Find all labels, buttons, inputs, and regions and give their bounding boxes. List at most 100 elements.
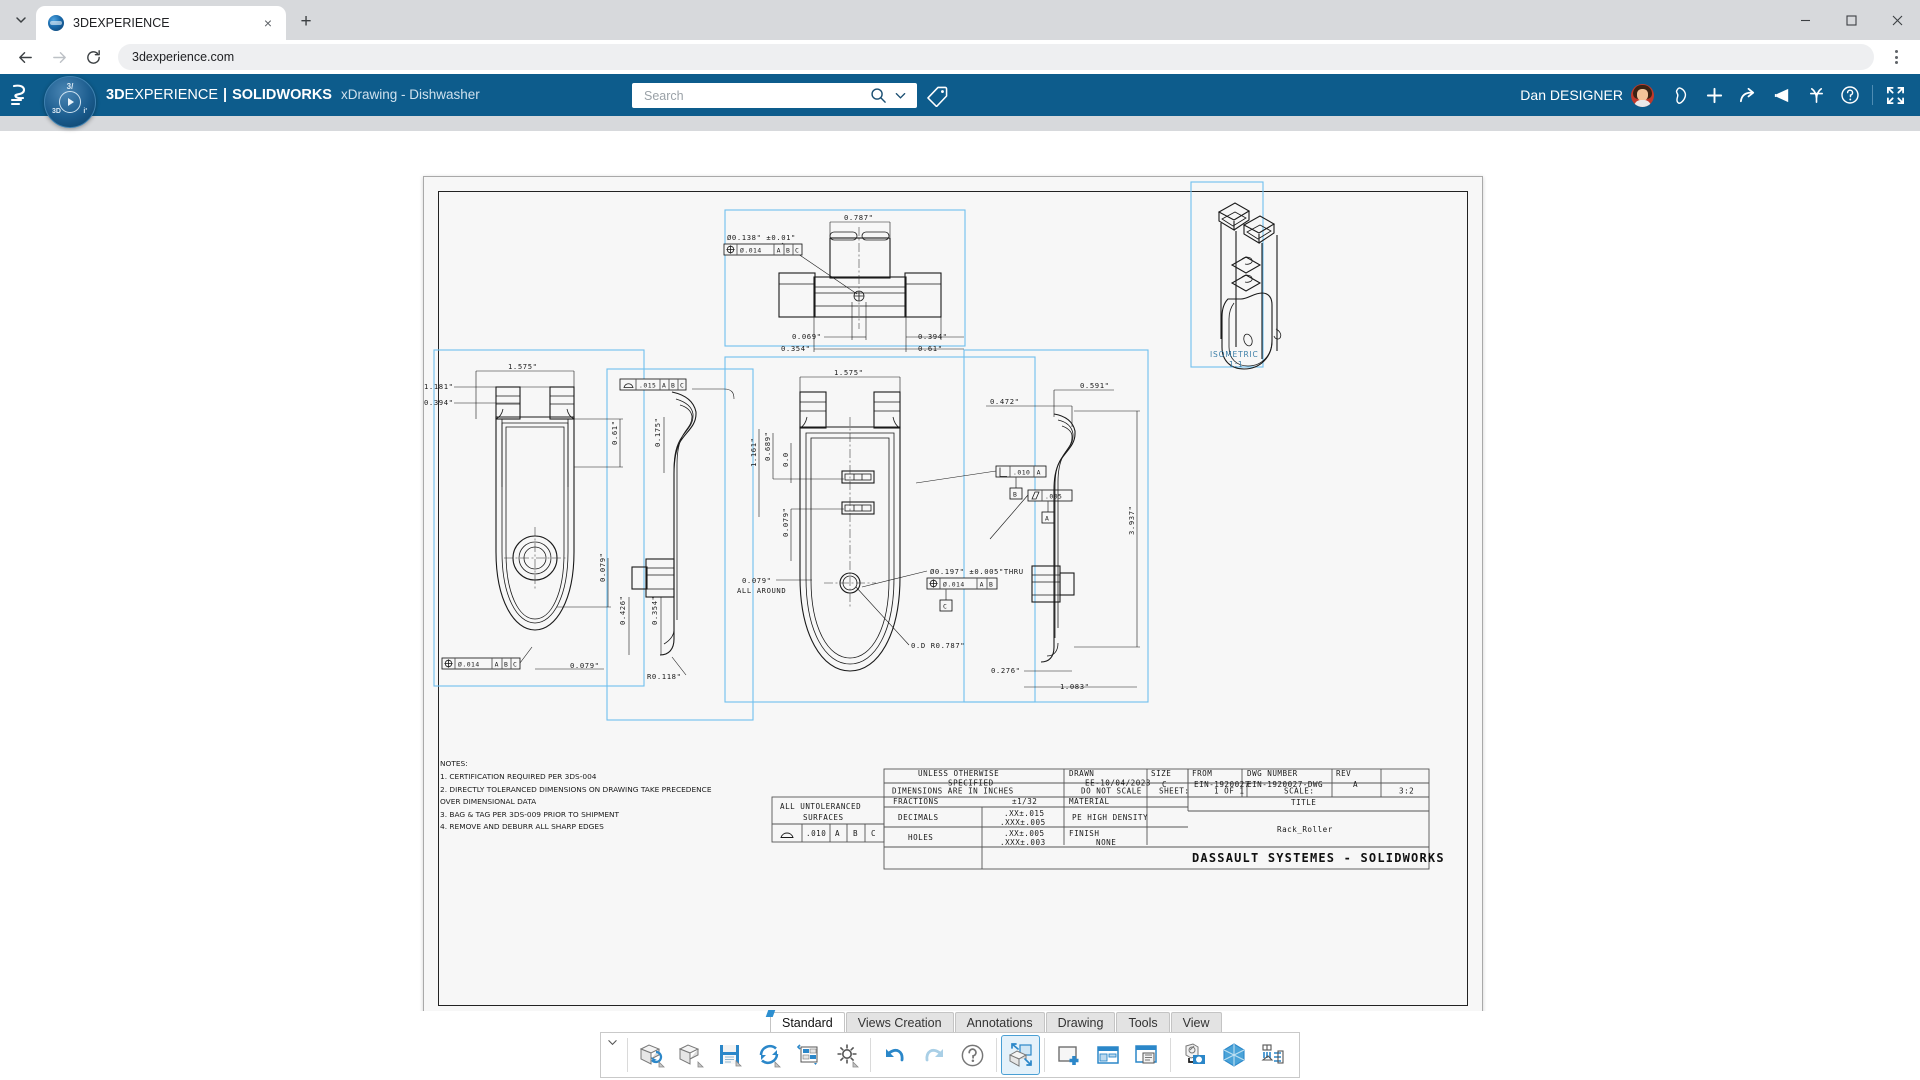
help-icon[interactable] <box>953 1035 992 1075</box>
unless-line1: UNLESS OTHERWISE <box>918 769 999 778</box>
tab-drawing[interactable]: Drawing <box>1045 1012 1116 1032</box>
browser-menu-icon[interactable] <box>1882 43 1910 71</box>
tab-views-creation[interactable]: Views Creation <box>845 1012 954 1032</box>
tab-standard[interactable]: Standard <box>770 1012 845 1032</box>
title-value: Rack_Roller <box>1277 825 1333 834</box>
browser-tabstrip: 3DEXPERIENCE × + <box>0 0 1920 40</box>
notes-block: NOTES: 1. CERTIFICATION REQUIRED PER 3DS… <box>440 759 712 831</box>
collaborate-icon[interactable] <box>1765 74 1799 116</box>
back-arrow-icon[interactable] <box>10 42 40 72</box>
holes-value2: .XXX±.003 <box>1000 838 1046 847</box>
maximize-button[interactable] <box>1828 0 1874 40</box>
svg-text:A: A <box>1037 468 1041 476</box>
drawing-canvas[interactable]: .ln{stroke:#1a1a1a;stroke-width:1.1;fill… <box>0 131 1920 1011</box>
section-view-profile-gdt: .015 A B C <box>619 378 687 391</box>
sheet-layout-icon[interactable] <box>1088 1035 1127 1075</box>
header-divider <box>1872 85 1873 105</box>
svg-text:1.575": 1.575" <box>508 362 538 371</box>
svg-text:0.689": 0.689" <box>763 431 772 461</box>
untoleranced-title-2: SURFACES <box>803 813 844 822</box>
fractions-value: ±1/32 <box>1012 797 1037 806</box>
svg-text:0.175": 0.175" <box>653 417 662 447</box>
close-window-button[interactable] <box>1874 0 1920 40</box>
svg-text:0.394": 0.394" <box>424 398 454 407</box>
bookmark-icon[interactable] <box>1663 74 1697 116</box>
open-icon[interactable] <box>632 1035 671 1075</box>
holes-label: HOLES <box>908 833 933 842</box>
from-label: FROM <box>1192 769 1212 778</box>
reload-icon[interactable] <box>78 42 108 72</box>
note-line-5: 4. REMOVE AND DEBURR ALL SHARP EDGES <box>440 822 604 831</box>
forward-arrow-icon[interactable] <box>44 42 74 72</box>
minimize-button[interactable] <box>1782 0 1828 40</box>
tag-icon[interactable] <box>925 84 949 108</box>
isometric-view: ISOMETRIC 1:1 <box>1210 202 1282 370</box>
help-icon[interactable] <box>1833 74 1867 116</box>
svg-text:A: A <box>1045 514 1049 522</box>
top-view: Ø0.138" ±0.01" Ø.014 A B C 0.787" 0.069"… <box>723 213 964 353</box>
material-value: PE HIGH DENSITY <box>1072 813 1148 822</box>
tab-annotations[interactable]: Annotations <box>954 1012 1045 1032</box>
svg-text:A: A <box>495 660 499 668</box>
close-icon[interactable]: × <box>258 13 278 33</box>
app-subtitle: xDrawing - Dishwasher <box>340 87 480 102</box>
header-right-group: Dan DESIGNER <box>1520 74 1920 116</box>
svg-text:Ø.014: Ø.014 <box>740 246 762 254</box>
undo-icon[interactable] <box>875 1035 914 1075</box>
avatar[interactable] <box>1631 83 1654 107</box>
svg-text:A: A <box>777 246 781 254</box>
title-label: TITLE <box>1291 798 1316 807</box>
refresh-icon[interactable] <box>749 1035 788 1075</box>
note-line-4: 3. BAG & TAG PER 3DS-009 PRIOR TO SHIPME… <box>440 810 620 819</box>
bom-table-icon[interactable] <box>1253 1035 1292 1075</box>
camera-view-icon[interactable] <box>1175 1035 1214 1075</box>
svg-text:C: C <box>871 829 876 838</box>
save-icon[interactable] <box>710 1035 749 1075</box>
3dexperience-compass-icon[interactable]: 3/ 3D i' <box>44 76 96 128</box>
tab-search-icon[interactable] <box>6 5 36 35</box>
chevron-down-icon[interactable] <box>889 85 911 107</box>
isometric-cube-icon[interactable] <box>1214 1035 1253 1075</box>
hole-callout: Ø0.197" ±0.005"THRU <box>930 567 1024 576</box>
tab-view[interactable]: View <box>1170 1012 1222 1032</box>
svg-text:B: B <box>1013 490 1017 498</box>
svg-text:0.354": 0.354" <box>650 595 659 625</box>
fullscreen-icon[interactable] <box>1878 74 1912 116</box>
do-not-scale: DO NOT SCALE <box>1081 787 1142 796</box>
rev-value: A <box>1353 780 1358 789</box>
svg-text:0.079": 0.079" <box>781 507 790 537</box>
redo-icon[interactable] <box>914 1035 953 1075</box>
drawing-sheet[interactable]: .ln{stroke:#1a1a1a;stroke-width:1.1;fill… <box>423 176 1483 1011</box>
search-box[interactable] <box>632 83 917 108</box>
properties-icon[interactable] <box>788 1035 827 1075</box>
settings-gear-icon[interactable] <box>827 1035 866 1075</box>
rev-label: REV <box>1336 769 1351 778</box>
svg-text:B: B <box>989 580 993 588</box>
drawing-view-icon[interactable] <box>1001 1035 1040 1075</box>
svg-text:0.61": 0.61" <box>918 344 943 353</box>
address-bar[interactable]: 3dexperience.com <box>118 44 1874 70</box>
3dplay-icon[interactable] <box>1799 74 1833 116</box>
svg-text:0.079": 0.079" <box>570 661 600 670</box>
new-tab-button[interactable]: + <box>292 8 320 36</box>
browser-tab[interactable]: 3DEXPERIENCE × <box>36 6 286 40</box>
search-icon[interactable] <box>867 85 889 107</box>
tab-tools[interactable]: Tools <box>1116 1012 1170 1032</box>
user-name[interactable]: Dan DESIGNER <box>1520 87 1623 103</box>
untoleranced-title-1: ALL UNTOLERANCED <box>780 802 861 811</box>
new-sheet-icon[interactable] <box>1049 1035 1088 1075</box>
brand-solidworks: SOLIDWORKS <box>232 87 332 103</box>
svg-text:0.0: 0.0 <box>781 452 790 467</box>
svg-text:3.937": 3.937" <box>1127 505 1136 535</box>
save-sheet-icon[interactable] <box>1127 1035 1166 1075</box>
svg-text:Ø.014: Ø.014 <box>943 580 965 588</box>
add-icon[interactable] <box>1697 74 1731 116</box>
svg-text:C: C <box>680 381 684 389</box>
svg-text:1.575": 1.575" <box>834 368 864 377</box>
chevron-down-icon[interactable] <box>601 1033 623 1077</box>
note-line-3: OVER DIMENSIONAL DATA <box>440 797 536 806</box>
svg-text:A: A <box>835 829 840 838</box>
search-input[interactable] <box>644 88 867 103</box>
share-icon[interactable] <box>1731 74 1765 116</box>
new-icon[interactable] <box>671 1035 710 1075</box>
